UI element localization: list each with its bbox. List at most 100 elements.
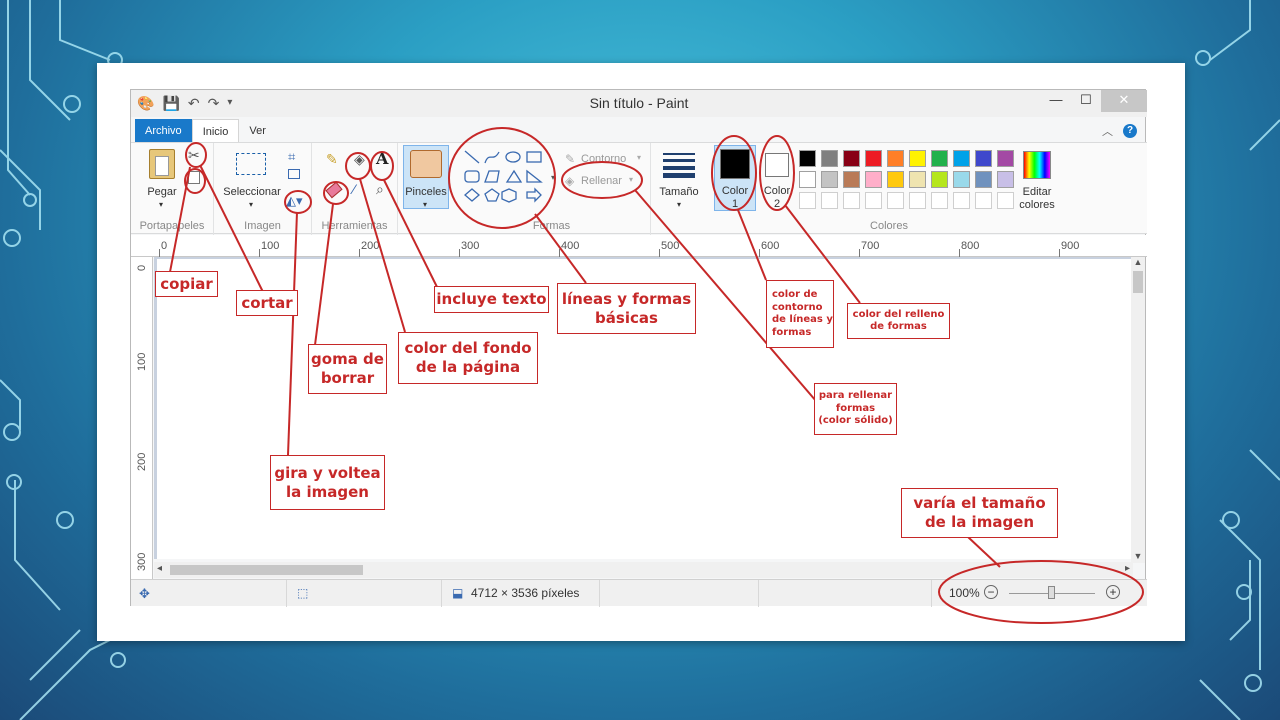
palette-swatch[interactable]	[997, 171, 1014, 188]
fill-icon[interactable]: ◈	[565, 174, 574, 188]
horizontal-scroll-thumb[interactable]	[170, 565, 363, 575]
color-picker-icon[interactable]: ⁄	[353, 181, 355, 197]
palette-custom-slot[interactable]	[953, 192, 970, 209]
ruler-tick-label: 200	[136, 452, 148, 471]
scroll-left-icon[interactable]: ◂	[157, 563, 162, 574]
annotation-relleno-formas: color del relleno de formas	[847, 303, 950, 339]
color2-swatch[interactable]	[765, 153, 789, 177]
zoom-out-button[interactable]: −	[984, 585, 998, 599]
ruler-tick-label: 800	[961, 240, 980, 252]
outline-button[interactable]: Contorno	[581, 153, 626, 166]
palette-swatch[interactable]	[909, 171, 926, 188]
scroll-right-icon[interactable]: ▸	[1125, 563, 1130, 574]
ruler-tick-label: 200	[361, 240, 380, 252]
crop-icon[interactable]: ⌗	[288, 149, 295, 165]
palette-custom-slot[interactable]	[843, 192, 860, 209]
outline-icon[interactable]: ✎	[565, 152, 575, 166]
annotation-gira: gira y voltea la imagen	[270, 455, 385, 510]
ruler-tick-label: 100	[261, 240, 280, 252]
annotation-goma: goma de borrar	[308, 344, 387, 394]
paste-icon[interactable]	[149, 149, 175, 179]
shapes-gallery[interactable]	[463, 149, 547, 207]
eraser-icon[interactable]	[325, 181, 343, 199]
group-label-image: Imagen	[244, 220, 281, 232]
palette-swatch[interactable]	[865, 150, 882, 167]
horizontal-scrollbar[interactable]: ◂ ▸	[154, 562, 1133, 578]
color1-swatch	[720, 149, 750, 179]
palette-custom-slot[interactable]	[821, 192, 838, 209]
rotate-icon[interactable]: ◭▾	[286, 193, 303, 209]
annotation-incluye-texto: incluye texto	[434, 286, 549, 313]
palette-swatch[interactable]	[887, 150, 904, 167]
palette-swatch[interactable]	[799, 150, 816, 167]
palette-swatch[interactable]	[821, 150, 838, 167]
close-button[interactable]: ✕	[1101, 90, 1147, 112]
copy-icon[interactable]	[188, 171, 200, 184]
palette-swatch[interactable]	[887, 171, 904, 188]
zoom-in-button[interactable]: +	[1106, 585, 1120, 599]
scroll-down-icon[interactable]: ▼	[1131, 551, 1145, 561]
group-label-clipboard: Portapapeles	[139, 220, 205, 232]
palette-swatch[interactable]	[975, 171, 992, 188]
vertical-scroll-thumb[interactable]	[1133, 271, 1143, 293]
edit-colors-icon[interactable]	[1023, 151, 1051, 179]
palette-swatch[interactable]	[865, 171, 882, 188]
outline-dropdown-icon[interactable]: ▾	[637, 153, 641, 162]
fill-button[interactable]: Rellenar	[581, 175, 622, 188]
resize-icon[interactable]	[288, 169, 300, 179]
annotation-rellenar: para rellenar formas (color sólido)	[814, 383, 897, 435]
palette-custom-slot[interactable]	[799, 192, 816, 209]
palette-swatch[interactable]	[953, 171, 970, 188]
palette-swatch[interactable]	[931, 150, 948, 167]
color2-label[interactable]: Color 2	[757, 185, 797, 211]
select-dropdown-icon[interactable]: ▾	[246, 198, 256, 211]
palette-custom-slot[interactable]	[909, 192, 926, 209]
annotation-contorno: color de contorno de líneas y formas	[766, 280, 834, 348]
palette-custom-slot[interactable]	[975, 192, 992, 209]
title-bar: 🎨 💾 ↶ ↷ ▾ Sin título - Paint — ☐ ✕	[131, 90, 1147, 117]
image-dimensions: 4712 × 3536 píxeles	[471, 586, 580, 600]
maximize-button[interactable]: ☐	[1071, 90, 1101, 112]
window-title: Sin título - Paint	[589, 95, 689, 111]
pencil-icon[interactable]: ✎	[326, 151, 338, 168]
scroll-up-icon[interactable]: ▲	[1131, 257, 1145, 267]
palette-swatch[interactable]	[909, 150, 926, 167]
palette-custom-slot[interactable]	[997, 192, 1014, 209]
palette-swatch[interactable]	[821, 171, 838, 188]
palette-swatch[interactable]	[997, 150, 1014, 167]
minimize-button[interactable]: —	[1041, 90, 1071, 112]
brushes-dropdown-icon[interactable]: ▾	[420, 198, 430, 211]
collapse-ribbon-icon[interactable]: ︿	[1102, 123, 1113, 139]
status-bar: ✥ ⬚ ⬓ 4712 × 3536 píxeles 100% − +	[131, 579, 1147, 607]
magnifier-icon[interactable]: ⌕	[376, 181, 384, 198]
palette-custom-slot[interactable]	[865, 192, 882, 209]
shapes-scroll-icon[interactable]: ▾	[551, 173, 555, 182]
fill-bucket-icon[interactable]: ◈	[354, 151, 365, 168]
text-tool-icon[interactable]: A	[376, 149, 388, 168]
palette-swatch[interactable]	[953, 150, 970, 167]
paste-dropdown-icon[interactable]: ▾	[156, 198, 166, 211]
cut-icon[interactable]: ✂	[188, 147, 200, 164]
tab-inicio[interactable]: Inicio	[191, 119, 240, 143]
palette-swatch[interactable]	[843, 150, 860, 167]
tab-archivo[interactable]: Archivo	[135, 119, 192, 143]
size-dropdown-icon[interactable]: ▾	[674, 198, 684, 211]
ruler-tick-label: 0	[136, 264, 148, 271]
fill-dropdown-icon[interactable]: ▾	[629, 175, 633, 184]
palette-swatch[interactable]	[975, 150, 992, 167]
palette-swatch[interactable]	[799, 171, 816, 188]
size-icon[interactable]	[663, 151, 695, 178]
tab-ver[interactable]: Ver	[239, 119, 276, 143]
image-size-icon: ⬓	[452, 586, 464, 600]
palette-custom-slot[interactable]	[887, 192, 904, 209]
palette-custom-slot[interactable]	[931, 192, 948, 209]
edit-colors-button[interactable]: Editar colores	[1015, 186, 1059, 212]
vertical-scrollbar[interactable]: ▲ ▼	[1131, 257, 1145, 563]
help-icon[interactable]: ?	[1123, 124, 1137, 138]
palette-swatch[interactable]	[931, 171, 948, 188]
color1-label: Color 1	[721, 185, 749, 210]
zoom-slider-thumb[interactable]	[1048, 586, 1055, 599]
select-icon[interactable]	[236, 153, 266, 175]
brush-icon	[410, 150, 442, 178]
palette-swatch[interactable]	[843, 171, 860, 188]
